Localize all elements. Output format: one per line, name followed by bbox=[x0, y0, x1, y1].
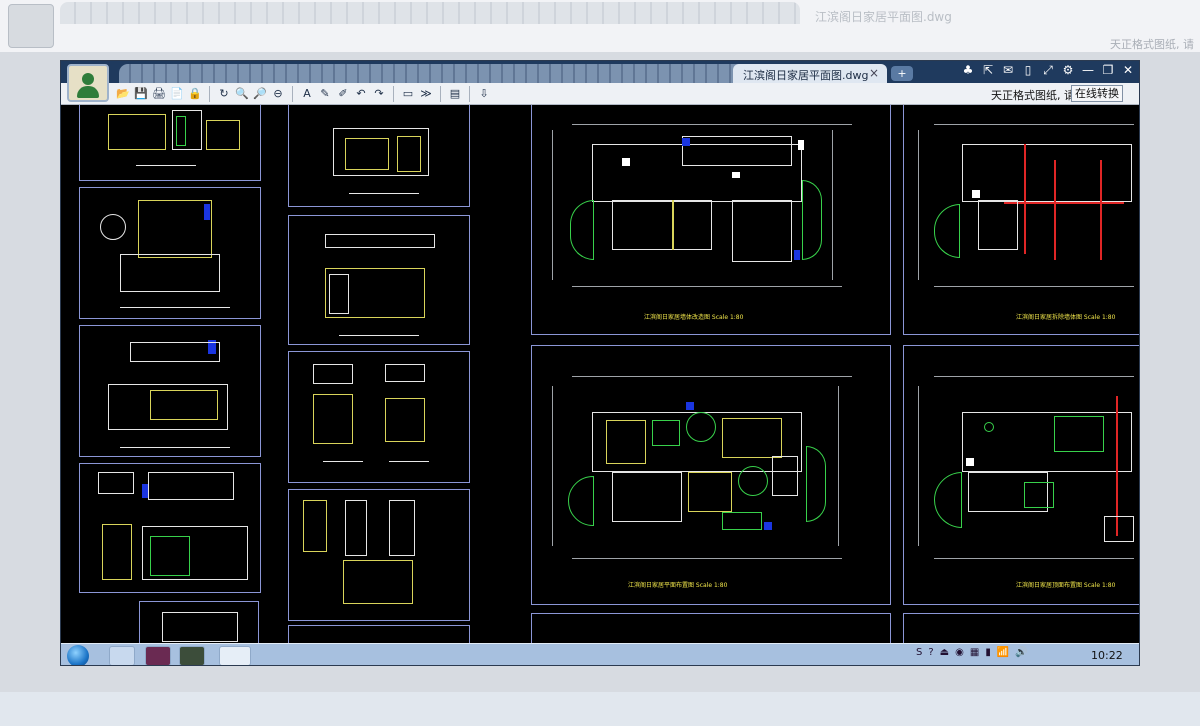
plan-4-title: 江滨阁日家居顶面布置图 Scale 1:80 bbox=[1016, 582, 1116, 589]
kitchen-sheet bbox=[79, 463, 261, 593]
avatar-head bbox=[82, 73, 94, 85]
fullscreen-icon[interactable]: ⤢ bbox=[1041, 63, 1055, 78]
toolbar-separator bbox=[292, 86, 293, 102]
system-tray: S ? ⏏ ◉ ▦ ▮ 📶 🔊 bbox=[916, 647, 1028, 658]
pdf-icon[interactable]: 📄 bbox=[169, 86, 185, 102]
undo-icon[interactable]: ↶ bbox=[353, 86, 369, 102]
cad-viewer-window: 江滨阁日家居平面图.dwg × + ♣ ⇱ ✉ ▯ ⤢ ⚙ — ❐ ✕ 📂 💾 … bbox=[60, 60, 1140, 666]
bath-sheet bbox=[288, 351, 470, 483]
measure-icon[interactable]: ▭ bbox=[400, 86, 416, 102]
help-icon[interactable]: ? bbox=[928, 647, 933, 658]
books-taskbar-icon[interactable] bbox=[179, 646, 205, 665]
toolbar-separator bbox=[393, 86, 394, 102]
flag-icon[interactable]: ▦ bbox=[970, 647, 979, 658]
plan-2-title: 江滨阁日家居拆除墙体图 Scale 1:80 bbox=[1016, 314, 1116, 321]
window-controls: ♣ ⇱ ✉ ▯ ⤢ ⚙ — ❐ ✕ bbox=[961, 63, 1135, 78]
tab-strip bbox=[119, 64, 784, 83]
title-bar: 江滨阁日家居平面图.dwg × + ♣ ⇱ ✉ ▯ ⤢ ⚙ — ❐ ✕ bbox=[61, 61, 1139, 83]
wall-elevation-sheet bbox=[288, 105, 470, 207]
partial-sheet-2 bbox=[288, 625, 470, 643]
print-icon[interactable]: 🖨 bbox=[151, 86, 167, 102]
layers-icon[interactable]: ▤ bbox=[447, 86, 463, 102]
battery-icon[interactable]: ▮ bbox=[985, 647, 991, 658]
open-icon[interactable]: 📂 bbox=[115, 86, 131, 102]
rotate-icon[interactable]: ↻ bbox=[216, 86, 232, 102]
tab-close-icon[interactable]: × bbox=[869, 66, 879, 80]
demolition-plan-sheet: 江滨阁日家居拆除墙体图 Scale 1:80 bbox=[903, 105, 1139, 335]
toolbar-separator bbox=[209, 86, 210, 102]
avatar-body bbox=[77, 86, 99, 98]
network-icon[interactable]: ◉ bbox=[955, 647, 964, 658]
start-button[interactable] bbox=[67, 645, 89, 665]
minimize-button[interactable]: — bbox=[1081, 63, 1095, 78]
toolbar-separator bbox=[440, 86, 441, 102]
toolbar-separator bbox=[469, 86, 470, 102]
document-tab[interactable]: 江滨阁日家居平面图.dwg × bbox=[733, 64, 887, 83]
partial-sheet-4 bbox=[903, 613, 1139, 643]
app-taskbar-icon[interactable] bbox=[145, 646, 171, 665]
toolbar: 📂 💾 🖨 📄 🔒 ↻ 🔍 🔎 ⊖ A ✎ ✐ ↶ ↷ ▭ ≫ ▤ ⇩ 天正格式… bbox=[61, 83, 1139, 105]
background-tab-strip bbox=[60, 2, 800, 24]
volume-icon[interactable]: 🔊 bbox=[1015, 647, 1027, 658]
text-icon[interactable]: A bbox=[299, 86, 315, 102]
door-sheet bbox=[288, 489, 470, 621]
clock[interactable]: 10:22 bbox=[1091, 649, 1123, 662]
share-icon[interactable]: ⇱ bbox=[981, 63, 995, 78]
lock-icon[interactable]: 🔒 bbox=[187, 86, 203, 102]
zoom-in-icon[interactable]: 🔎 bbox=[252, 86, 268, 102]
wall-plan-sheet: 江滨阁日家居墙体改造图 Scale 1:80 bbox=[531, 105, 891, 335]
restore-button[interactable]: ❐ bbox=[1101, 63, 1115, 78]
plan-3-title: 江滨阁日家居平面布置图 Scale 1:80 bbox=[628, 582, 728, 589]
export-icon[interactable]: ⇩ bbox=[476, 86, 492, 102]
background-avatar bbox=[8, 4, 54, 48]
message-icon[interactable]: ✉ bbox=[1001, 63, 1015, 78]
document-tab-title: 江滨阁日家居平面图.dwg bbox=[743, 69, 869, 82]
dimension-icon[interactable]: ≫ bbox=[418, 86, 434, 102]
layout-plan-sheet: 江滨阁日家居平面布置图 Scale 1:80 bbox=[531, 345, 891, 605]
eject-icon[interactable]: ⏏ bbox=[940, 647, 949, 658]
detail-sheet bbox=[79, 187, 261, 319]
drawing-canvas[interactable]: 江滨阁日家居墙体改造图 Scale 1:80 江滨阁日家居拆除墙体图 Scale… bbox=[61, 105, 1139, 643]
partial-sheet-3 bbox=[531, 613, 891, 643]
cabinet-sheet bbox=[79, 325, 261, 457]
plan-1-title: 江滨阁日家居墙体改造图 Scale 1:80 bbox=[644, 314, 744, 321]
ceiling-plan-sheet: 江滨阁日家居顶面布置图 Scale 1:80 bbox=[903, 345, 1139, 605]
user-avatar[interactable] bbox=[67, 64, 109, 102]
online-convert-button[interactable]: 在线转换 bbox=[1071, 85, 1123, 102]
save-icon[interactable]: 💾 bbox=[133, 86, 149, 102]
zoom-out-icon[interactable]: ⊖ bbox=[270, 86, 286, 102]
format-hint: 天正格式图纸, 请 bbox=[991, 89, 1075, 102]
background-taskbar bbox=[0, 692, 1200, 726]
wardrobe-sheet bbox=[288, 215, 470, 345]
settings-icon[interactable]: ⚙ bbox=[1061, 63, 1075, 78]
background-hint: 天正格式图纸, 请 bbox=[1110, 38, 1194, 51]
close-button[interactable]: ✕ bbox=[1121, 63, 1135, 78]
elevation-sheet bbox=[79, 105, 261, 181]
toolbar-tools: 📂 💾 🖨 📄 🔒 ↻ 🔍 🔎 ⊖ A ✎ ✐ ↶ ↷ ▭ ≫ ▤ ⇩ bbox=[115, 86, 492, 102]
signal-icon[interactable]: 📶 bbox=[997, 647, 1009, 658]
ime-icon[interactable]: S bbox=[916, 647, 922, 658]
windows-taskbar: S ? ⏏ ◉ ▦ ▮ 📶 🔊 10:22 bbox=[61, 643, 1139, 665]
redo-icon[interactable]: ↷ bbox=[371, 86, 387, 102]
cad-viewer-taskbar-icon[interactable] bbox=[219, 646, 251, 665]
background-title: 江滨阁日家居平面图.dwg bbox=[815, 10, 952, 24]
phone-icon[interactable]: ▯ bbox=[1021, 63, 1035, 78]
explorer-taskbar-icon[interactable] bbox=[109, 646, 135, 665]
users-icon[interactable]: ♣ bbox=[961, 63, 975, 78]
new-tab-button[interactable]: + bbox=[891, 66, 913, 81]
marker-icon[interactable]: ✐ bbox=[335, 86, 351, 102]
zoom-window-icon[interactable]: 🔍 bbox=[234, 86, 250, 102]
pencil-icon[interactable]: ✎ bbox=[317, 86, 333, 102]
partial-sheet bbox=[139, 601, 259, 643]
